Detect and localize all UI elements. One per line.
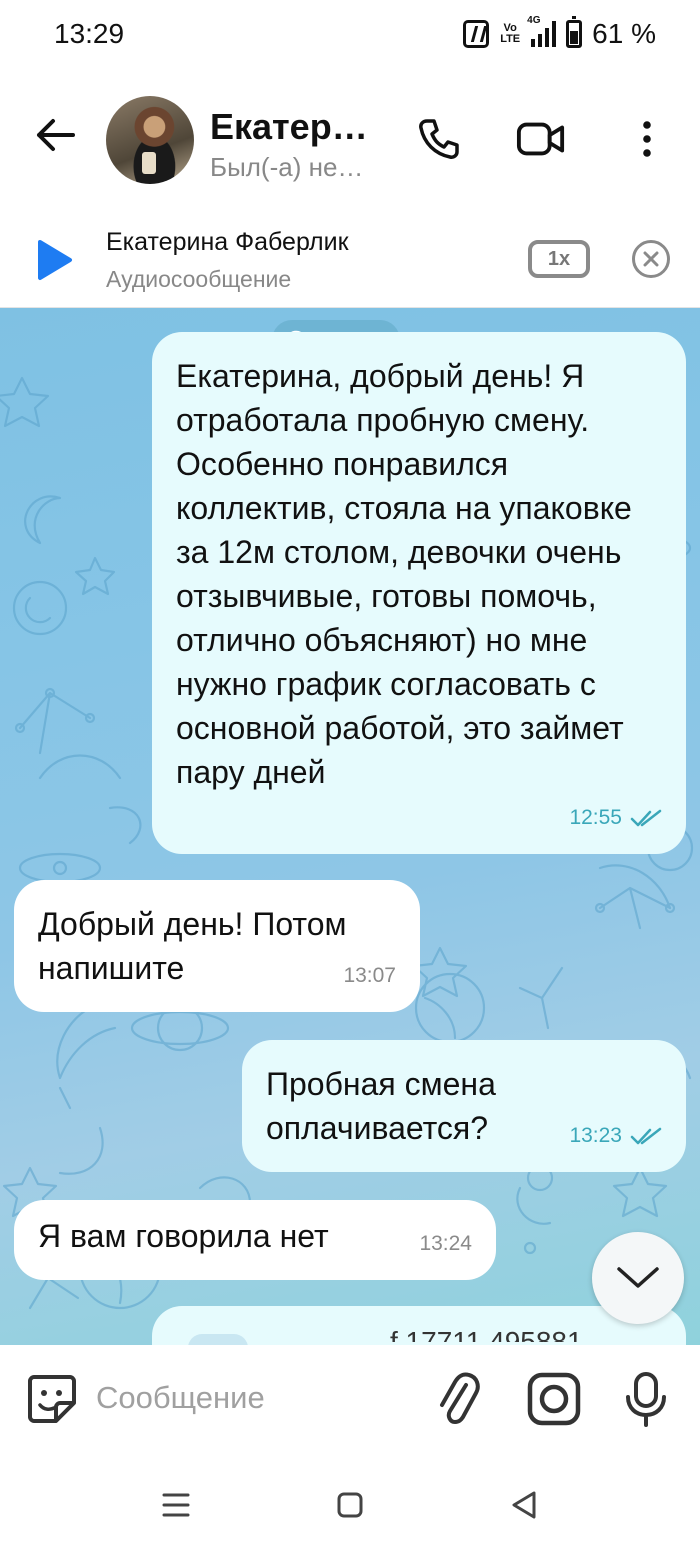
message-time: 13:07 xyxy=(343,964,396,987)
back-button[interactable] xyxy=(30,110,80,160)
message-meta: 13:24 xyxy=(419,1222,472,1266)
recents-icon xyxy=(162,1493,190,1517)
camera-icon xyxy=(527,1372,581,1426)
status-indicators: Vo LTE 4G 61 % xyxy=(463,15,656,50)
message-time: 13:24 xyxy=(419,1232,472,1255)
play-icon[interactable] xyxy=(34,238,74,282)
file-thumbnail xyxy=(188,1334,248,1345)
message-meta: 13:23 xyxy=(569,1114,662,1158)
attach-button[interactable] xyxy=(430,1371,486,1427)
sticker-icon xyxy=(28,1375,76,1423)
back-arrow-icon xyxy=(37,119,75,151)
chat-area[interactable]: Сегодня Екатерина, добрый день! Я отрабо… xyxy=(0,308,700,1345)
message-meta: 13:07 xyxy=(343,954,396,998)
volte-icon: Vo LTE xyxy=(500,22,521,45)
message-time: 13:23 xyxy=(569,1124,622,1147)
double-check-icon xyxy=(630,1127,662,1145)
nav-back-button[interactable] xyxy=(504,1485,544,1525)
message-text: …f 17711 495881… xyxy=(362,1328,611,1342)
message-outgoing[interactable]: Екатерина, добрый день! Я отработала про… xyxy=(152,332,686,854)
battery-icon xyxy=(566,16,583,48)
sticker-button[interactable] xyxy=(24,1371,80,1427)
microphone-icon xyxy=(626,1372,666,1427)
message-incoming[interactable]: Я вам говорила нет 13:24 xyxy=(14,1200,496,1280)
message-composer xyxy=(0,1345,700,1455)
contact-status: Был(-а) не… xyxy=(210,152,364,182)
close-player-button[interactable] xyxy=(632,240,670,278)
home-button[interactable] xyxy=(330,1485,370,1525)
double-check-icon xyxy=(630,809,662,827)
message-incoming[interactable]: Добрый день! Потом напишите 13:07 xyxy=(14,880,420,1012)
more-vertical-icon xyxy=(643,121,651,157)
audio-sender: Екатерина Фаберлик xyxy=(106,228,349,256)
video-camera-icon xyxy=(516,122,565,156)
status-bar: 13:29 Vo LTE 4G 61 % xyxy=(0,0,700,70)
message-time: 12:55 xyxy=(569,806,622,829)
home-icon xyxy=(337,1492,363,1518)
phone-icon xyxy=(419,119,459,159)
status-time: 13:29 xyxy=(54,18,125,49)
scroll-down-button[interactable] xyxy=(592,1232,684,1324)
close-icon xyxy=(643,251,659,267)
nfc-icon xyxy=(463,20,490,48)
signal-icon: 4G xyxy=(527,15,557,47)
avatar[interactable] xyxy=(106,96,194,184)
contact-name[interactable]: Екатер… xyxy=(210,106,370,148)
back-icon xyxy=(512,1491,536,1519)
message-text: Я вам говорила нет xyxy=(38,1218,329,1254)
attach-icon xyxy=(440,1372,480,1425)
audio-player-bar[interactable]: Екатерина Фаберлик Аудиосообщение 1x xyxy=(0,210,700,308)
message-outgoing[interactable]: Пробная смена оплачивается? 13:23 xyxy=(242,1040,686,1172)
message-meta: 12:55 xyxy=(569,796,662,840)
audio-type: Аудиосообщение xyxy=(106,266,292,292)
system-nav-bar xyxy=(0,1455,700,1556)
recents-button[interactable] xyxy=(156,1485,196,1525)
chat-header: Екатер… Был(-а) не… xyxy=(0,70,700,210)
chevron-down-icon xyxy=(617,1267,659,1288)
message-input[interactable] xyxy=(96,1373,406,1423)
video-call-button[interactable] xyxy=(516,114,566,164)
battery-percent: 61 % xyxy=(592,18,656,49)
call-button[interactable] xyxy=(414,114,464,164)
playback-speed-button[interactable]: 1x xyxy=(528,240,590,278)
voice-button[interactable] xyxy=(618,1371,674,1427)
message-text: Екатерина, добрый день! Я отработала про… xyxy=(176,358,632,790)
more-options-button[interactable] xyxy=(622,114,672,164)
camera-button[interactable] xyxy=(526,1371,582,1427)
message-text: Добрый день! Потом напишите xyxy=(38,906,347,986)
